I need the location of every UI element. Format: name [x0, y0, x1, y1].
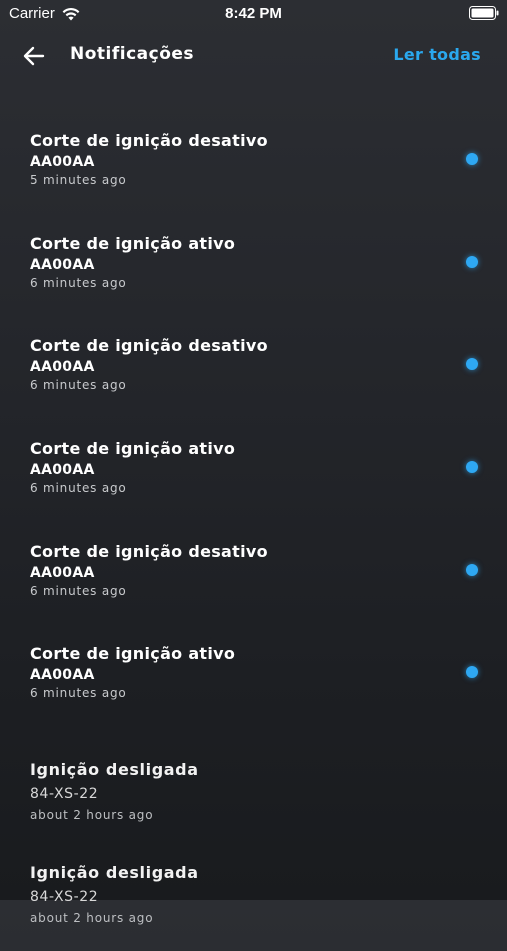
clock: 8:42 PM — [225, 5, 282, 22]
notification-title: Corte de ignição desativo — [30, 541, 268, 561]
notification-title: Corte de ignição desativo — [30, 131, 268, 150]
notification-item[interactable]: Corte de ignição desativo AA00AA 6 minutes… — [0, 334, 507, 437]
notification-item[interactable]: Corte de ignição ativo AA00AA 6 minutes ag… — [0, 232, 507, 335]
notification-item[interactable]: Corte de ignição desativo AA00AA 6 minutes… — [0, 540, 507, 643]
notification-list: Corte de ignição desativo AA00AA 5 minutes… — [0, 129, 507, 951]
unread-dot-icon — [466, 666, 478, 679]
page-title: Notificações — [70, 44, 195, 64]
notification-time: about 2 hours ago — [30, 808, 154, 823]
notification-time: 5 minutes ago — [30, 173, 127, 187]
notification-plate: 84-XS-22 — [30, 786, 99, 803]
notification-title: Corte de ignição desativo — [30, 336, 268, 356]
notification-item[interactable]: Ignição desligada 84-XS-22 about 2 hours a… — [0, 745, 507, 848]
notification-time: 6 minutes ago — [30, 378, 127, 393]
notification-title: Corte de ignição ativo — [30, 644, 236, 664]
unread-dot-icon — [466, 563, 478, 576]
notification-item[interactable]: Corte de ignição ativo AA00AA 6 minutes ag… — [0, 642, 507, 745]
status-bar: Carrier 8:42 PM — [0, 0, 507, 28]
notification-plate: AA00AA — [30, 462, 95, 479]
notification-item[interactable]: Corte de ignição ativo AA00AA 6 minutes ag… — [0, 437, 507, 540]
notification-title: Corte de ignição ativo — [30, 439, 236, 459]
notification-title: Ignição desligada — [30, 760, 199, 780]
unread-dot-icon — [466, 255, 478, 268]
notification-time: 6 minutes ago — [30, 686, 127, 701]
header: Notificações Ler todas — [0, 40, 507, 72]
notification-time: 6 minutes ago — [30, 275, 127, 290]
notification-plate: 84-XS-22 — [30, 888, 99, 905]
notification-plate: AA00AA — [30, 256, 95, 273]
notification-plate: AA00AA — [30, 564, 95, 581]
notification-time: 6 minutes ago — [30, 583, 127, 598]
notification-time: 6 minutes ago — [30, 481, 127, 496]
read-all-button[interactable]: Ler todas — [393, 45, 481, 64]
notification-plate: AA00AA — [30, 154, 95, 170]
notification-plate: AA00AA — [30, 667, 95, 684]
back-arrow-icon[interactable] — [22, 45, 46, 67]
notification-plate: AA00AA — [30, 359, 95, 376]
notification-title: Ignição desligada — [30, 862, 199, 882]
unread-dot-icon — [466, 461, 478, 474]
battery-icon — [469, 6, 499, 20]
notification-title: Corte de ignição ativo — [30, 233, 236, 253]
unread-dot-icon — [466, 358, 478, 371]
notification-item[interactable]: Corte de ignição desativo AA00AA 5 minutes… — [0, 129, 507, 232]
notification-time: about 2 hours ago — [30, 910, 154, 925]
notification-item[interactable]: Ignição desligada 84-XS-22 about 2 hours a… — [0, 848, 507, 951]
unread-dot-icon — [466, 153, 478, 165]
